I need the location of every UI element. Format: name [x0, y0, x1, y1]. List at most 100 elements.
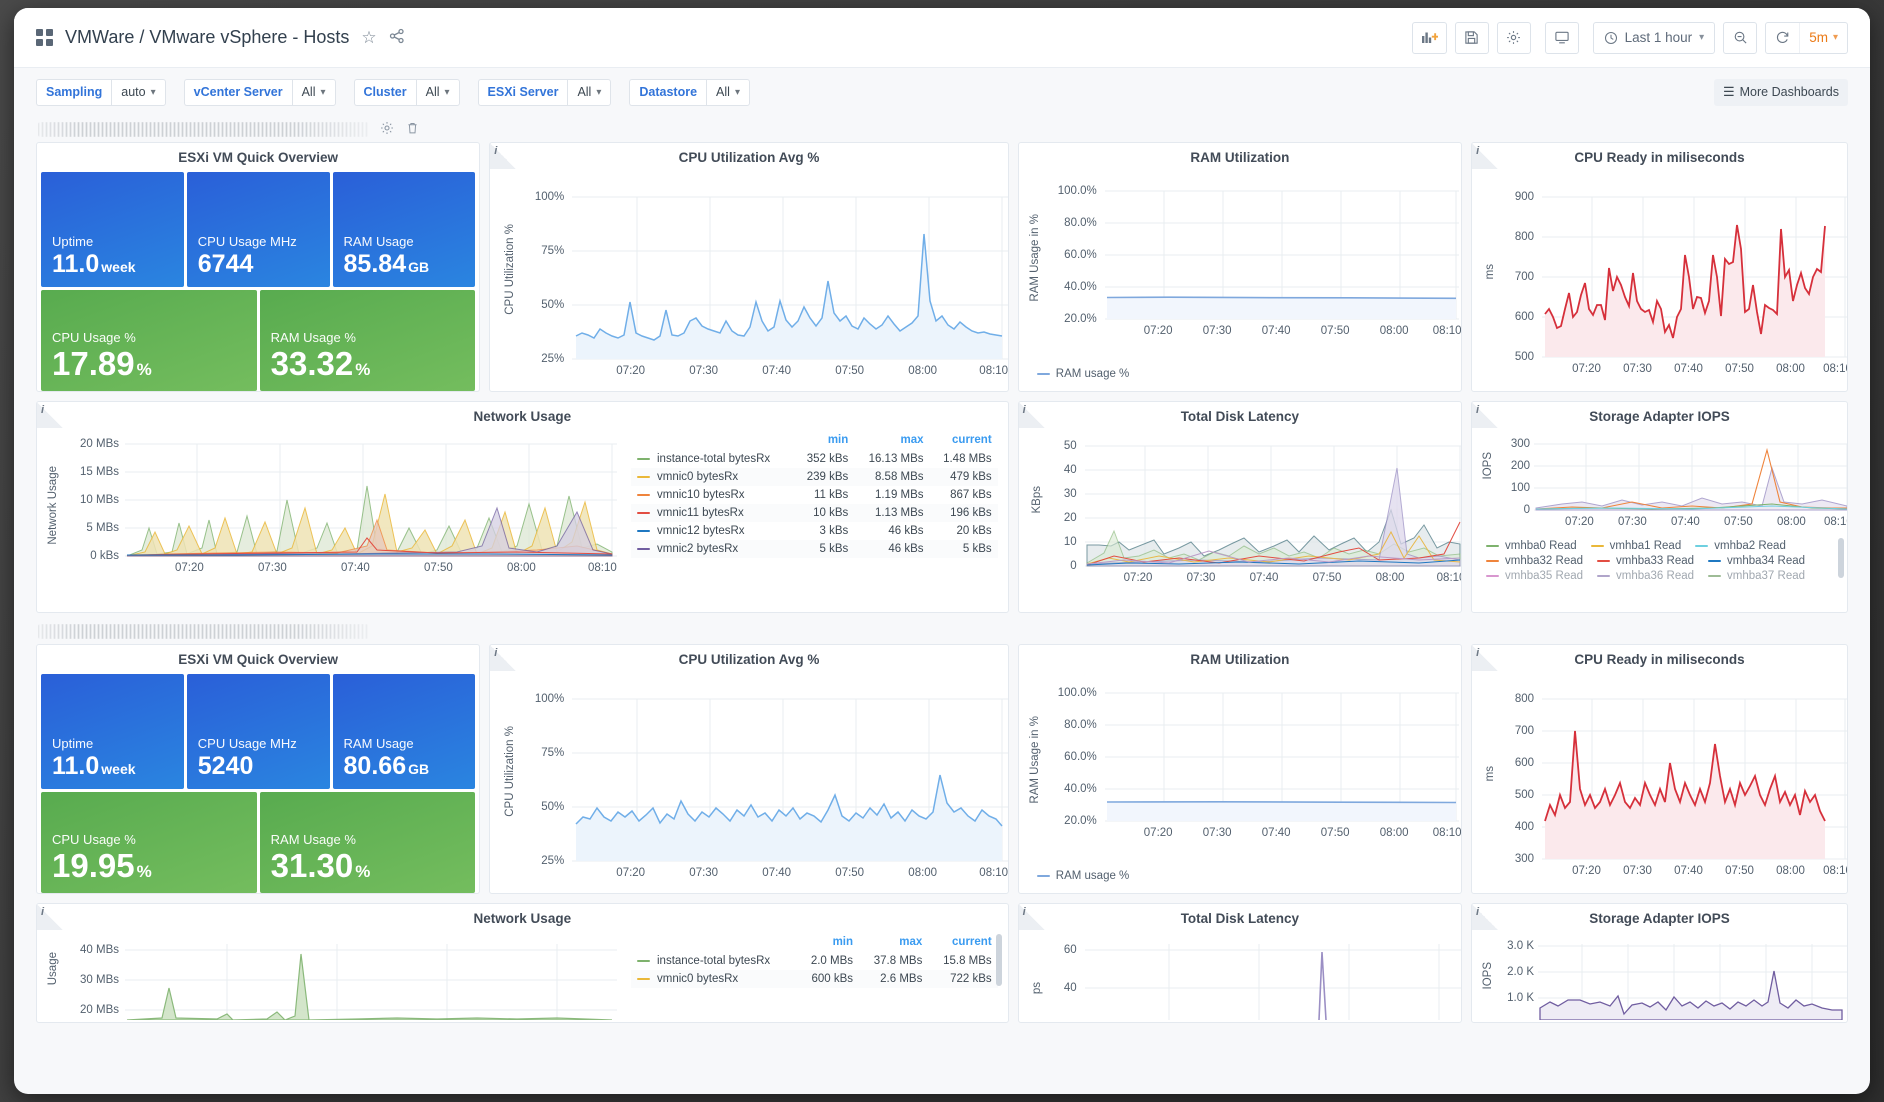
- x-tick: 08:00: [1777, 516, 1806, 529]
- panel-esxi-quick-overview-2[interactable]: ESXi VM Quick Overview Uptime 11.0 week C…: [36, 644, 481, 894]
- panel-info-icon[interactable]: i: [490, 645, 517, 671]
- panel-cpu-utilization-1[interactable]: i CPU Utilization Avg % CPU Utilization …: [489, 142, 1009, 392]
- legend-col-max[interactable]: max: [859, 934, 928, 952]
- variable-label-sampling[interactable]: Sampling: [36, 78, 112, 106]
- panel-total-disk-latency-2[interactable]: i Total Disk Latency ps 60 40: [1017, 903, 1463, 1023]
- row-header-1[interactable]: [36, 116, 1848, 142]
- panel-cpu-utilization-2[interactable]: i CPU Utilization Avg % CPU Utilization …: [489, 644, 1009, 894]
- variable-value-cluster[interactable]: All ▾: [415, 78, 460, 106]
- legend-item[interactable]: vmhba2 Read: [1695, 540, 1786, 552]
- legend-current: 20 kBs: [956, 525, 992, 538]
- variable-value-esxi[interactable]: All ▾: [567, 78, 612, 106]
- x-tick: 07:20: [1572, 363, 1601, 376]
- row-settings-icon[interactable]: [380, 121, 394, 138]
- legend-item[interactable]: RAM usage %: [1036, 870, 1129, 882]
- stat-cpu-usage-pct[interactable]: CPU Usage % 17.89%: [41, 290, 257, 391]
- panel-storage-adapter-iops-1[interactable]: i Storage Adapter IOPS IOPS 300 200 100 …: [1471, 401, 1848, 613]
- stat-ram-usage[interactable]: RAM Usage 80.66 GB: [332, 674, 476, 790]
- variable-label-cluster[interactable]: Cluster: [353, 78, 416, 106]
- x-tick: 08:10: [979, 365, 1009, 378]
- panel-cpu-ready-2[interactable]: i CPU Ready in miliseconds ms 800 700 60…: [1471, 644, 1848, 894]
- panel-network-usage-2[interactable]: i Network Usage Usage 40 MBs 30 MBs 20 M…: [36, 903, 1009, 1023]
- stat-ram-usage-pct[interactable]: RAM Usage % 33.32%: [259, 290, 476, 391]
- panel-info-icon[interactable]: i: [1018, 904, 1045, 930]
- legend-scrollbar[interactable]: [1838, 538, 1844, 579]
- panel-info-icon[interactable]: i: [1018, 402, 1045, 428]
- legend-scrollbar[interactable]: [995, 934, 1002, 987]
- save-dashboard-button[interactable]: [1454, 21, 1489, 54]
- refresh-button[interactable]: [1766, 23, 1799, 53]
- add-panel-button[interactable]: [1411, 21, 1447, 54]
- legend-row[interactable]: vmnic2 bytesRx 5 kBs 46 kBs 5 kBs: [631, 540, 998, 559]
- panel-info-icon[interactable]: i: [1472, 402, 1499, 428]
- legend-item[interactable]: vmhba1 Read: [1590, 540, 1682, 553]
- legend-item[interactable]: vmhba0 Read: [1486, 540, 1577, 552]
- x-tick: 08:00: [908, 867, 938, 880]
- variable-label-datastore[interactable]: Datastore: [629, 78, 707, 106]
- zoom-out-time-button[interactable]: [1723, 21, 1758, 54]
- stat-cpu-usage-mhz[interactable]: CPU Usage MHz 6744: [186, 172, 330, 288]
- more-dashboards-button[interactable]: ☰ More Dashboards: [1713, 78, 1848, 106]
- legend-row[interactable]: vmnic12 bytesRx 3 kBs 46 kBs 20 kBs: [631, 522, 998, 540]
- legend-item[interactable]: vmhba36 Read: [1597, 570, 1694, 582]
- legend-item[interactable]: vmhba34 Read: [1708, 555, 1805, 567]
- row-header-2[interactable]: [36, 618, 1848, 644]
- legend-row[interactable]: vmnic0 bytesRx 239 kBs 8.58 MBs 479 kBs: [631, 468, 998, 487]
- legend-row[interactable]: vmnic10 bytesRx 11 kBs 1.19 MBs 867 kBs: [631, 486, 998, 504]
- panel-info-icon[interactable]: i: [1472, 904, 1499, 930]
- legend-col-min[interactable]: min: [794, 432, 854, 450]
- legend-item[interactable]: vmhba32 Read: [1486, 555, 1583, 567]
- panel-ram-utilization-1[interactable]: RAM Utilization RAM Usage in % 100.0% 80…: [1017, 142, 1463, 392]
- variable-label-esxi[interactable]: ESXi Server: [477, 78, 568, 106]
- stat-label: RAM Usage: [343, 735, 414, 751]
- stat-cpu-usage-pct[interactable]: CPU Usage % 19.95%: [41, 792, 257, 893]
- legend-col-max[interactable]: max: [854, 432, 929, 450]
- variable-value-vcenter[interactable]: All ▾: [291, 78, 336, 106]
- legend-col-current[interactable]: current: [930, 432, 998, 450]
- variable-esxi-server: ESXi Server All ▾: [477, 78, 612, 106]
- legend-col-min[interactable]: min: [797, 934, 859, 952]
- legend-row[interactable]: instance-total bytesRx 2.0 MBs 37.8 MBs 15.…: [631, 952, 998, 970]
- panel-info-icon[interactable]: i: [490, 143, 517, 169]
- stat-cpu-usage-mhz[interactable]: CPU Usage MHz 5240: [186, 674, 330, 790]
- legend-row[interactable]: vmnic0 bytesRx 600 kBs 2.6 MBs 722 kBs: [631, 970, 998, 989]
- stat-uptime[interactable]: Uptime 11.0 week: [41, 172, 184, 288]
- share-icon[interactable]: [389, 28, 405, 47]
- row-delete-icon[interactable]: [406, 121, 419, 138]
- variable-value-sampling[interactable]: auto ▾: [111, 78, 166, 106]
- chevron-down-icon: ▾: [596, 86, 602, 98]
- stat-ram-usage-pct[interactable]: RAM Usage % 31.30%: [259, 792, 476, 893]
- panel-info-icon[interactable]: i: [1472, 645, 1499, 671]
- panel-title: Storage Adapter IOPS: [1589, 409, 1730, 424]
- panel-ram-utilization-2[interactable]: RAM Utilization RAM Usage in % 100.0% 80…: [1017, 644, 1463, 894]
- legend-item[interactable]: vmhba33 Read: [1597, 555, 1694, 567]
- legend-row[interactable]: instance-total bytesRx 352 kBs 16.13 MBs 1.…: [631, 450, 998, 468]
- legend-row[interactable]: vmnic11 bytesRx 10 kBs 1.13 MBs 196 kBs: [631, 504, 998, 523]
- variable-label-vcenter[interactable]: vCenter Server: [183, 78, 292, 106]
- legend-item[interactable]: vmhba37 Read: [1708, 570, 1805, 582]
- time-range-picker[interactable]: Last 1 hour ▾: [1592, 21, 1716, 54]
- legend-label: vmhba1 Read: [1609, 540, 1682, 553]
- star-icon[interactable]: ☆: [361, 29, 376, 46]
- panel-cpu-ready-1[interactable]: i CPU Ready in miliseconds ms 900 800 70…: [1471, 142, 1848, 392]
- panel-info-icon[interactable]: i: [37, 904, 63, 930]
- legend-swatch: [1486, 544, 1500, 548]
- legend-swatch: [1036, 372, 1050, 376]
- refresh-interval-picker[interactable]: 5m ▾: [1799, 22, 1847, 53]
- panel-esxi-quick-overview-1[interactable]: ESXi VM Quick Overview Uptime 11.0 week C…: [36, 142, 481, 392]
- legend-item[interactable]: vmhba35 Read: [1486, 570, 1583, 582]
- panel-info-icon[interactable]: i: [37, 402, 63, 428]
- panel-storage-adapter-iops-2[interactable]: i Storage Adapter IOPS IOPS 3.0 K 2.0 K …: [1471, 903, 1848, 1023]
- variable-value-datastore[interactable]: All ▾: [706, 78, 750, 106]
- panel-network-usage-1[interactable]: i Network Usage Network Usage 20 MBs 15 …: [36, 401, 1009, 613]
- stat-ram-usage[interactable]: RAM Usage 85.84 GB: [332, 172, 476, 288]
- panel-total-disk-latency-1[interactable]: i Total Disk Latency KBps 50 40 30 20 10…: [1017, 401, 1463, 613]
- dashboard-settings-button[interactable]: [1496, 21, 1531, 54]
- legend-item[interactable]: RAM usage %: [1036, 368, 1129, 380]
- stat-tiles: Uptime 11.0 week CPU Usage MHz 5240 RAM U…: [37, 671, 479, 893]
- tv-mode-button[interactable]: [1544, 21, 1579, 54]
- stat-uptime[interactable]: Uptime 11.0 week: [41, 674, 184, 790]
- legend-col-current[interactable]: current: [928, 934, 997, 952]
- x-tick: 07:30: [1623, 363, 1652, 376]
- panel-info-icon[interactable]: i: [1472, 143, 1499, 169]
